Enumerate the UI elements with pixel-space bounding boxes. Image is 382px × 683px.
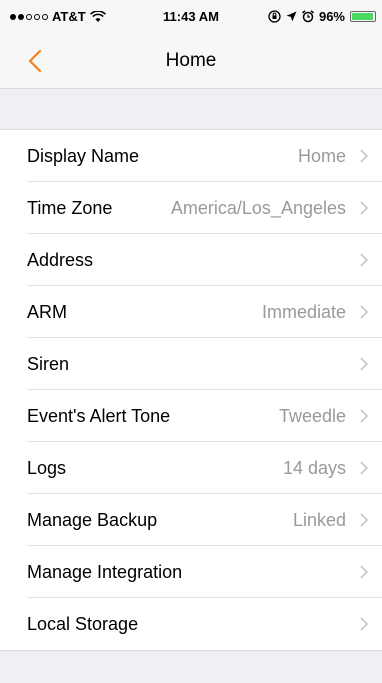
battery-level-fill <box>352 13 374 20</box>
status-bar: AT&T 11:43 AM 96% <box>0 0 382 32</box>
row-address[interactable]: Address <box>0 234 382 286</box>
chevron-right-icon <box>360 409 369 423</box>
chevron-right-icon <box>360 305 369 319</box>
location-arrow-icon <box>286 11 297 22</box>
row-label: Event's Alert Tone <box>27 405 171 426</box>
row-label: Time Zone <box>27 197 113 218</box>
row-value: Linked <box>292 509 346 530</box>
chevron-right-icon <box>360 253 369 267</box>
row-value: Home <box>297 145 346 166</box>
orientation-lock-icon <box>268 10 281 23</box>
row-label: Display Name <box>27 145 140 166</box>
alarm-icon <box>301 10 314 23</box>
row-value: Tweedle <box>278 405 346 426</box>
row-local-storage[interactable]: Local Storage <box>0 598 382 650</box>
row-label: Logs <box>27 457 67 478</box>
chevron-right-icon <box>360 513 369 527</box>
page-title: Home <box>165 50 217 71</box>
row-label: ARM <box>27 301 67 322</box>
row-label: Manage Integration <box>27 561 183 582</box>
status-right: 96% <box>268 9 376 24</box>
chevron-right-icon <box>360 461 369 475</box>
row-label: Manage Backup <box>27 509 158 530</box>
settings-list: Display Name Home Time Zone America/Los_… <box>0 129 382 651</box>
row-label: Siren <box>27 353 70 374</box>
row-label: Local Storage <box>27 613 139 634</box>
row-time-zone[interactable]: Time Zone America/Los_Angeles <box>0 182 382 234</box>
row-label: Address <box>27 249 94 270</box>
row-logs[interactable]: Logs 14 days <box>0 442 382 494</box>
chevron-right-icon <box>360 149 369 163</box>
battery-percentage: 96% <box>318 9 345 24</box>
row-event-alert-tone[interactable]: Event's Alert Tone Tweedle <box>0 390 382 442</box>
chevron-right-icon <box>360 357 369 371</box>
row-value: America/Los_Angeles <box>170 197 346 218</box>
row-value: Immediate <box>261 301 346 322</box>
row-display-name[interactable]: Display Name Home <box>0 130 382 182</box>
row-siren[interactable]: Siren <box>0 338 382 390</box>
chevron-right-icon <box>360 617 369 631</box>
chevron-right-icon <box>360 201 369 215</box>
chevron-right-icon <box>360 565 369 579</box>
row-value: 14 days <box>282 457 346 478</box>
row-manage-backup[interactable]: Manage Backup Linked <box>0 494 382 546</box>
row-manage-integration[interactable]: Manage Integration <box>0 546 382 598</box>
row-arm[interactable]: ARM Immediate <box>0 286 382 338</box>
battery-icon <box>350 11 376 22</box>
navigation-bar: Home <box>0 32 382 89</box>
